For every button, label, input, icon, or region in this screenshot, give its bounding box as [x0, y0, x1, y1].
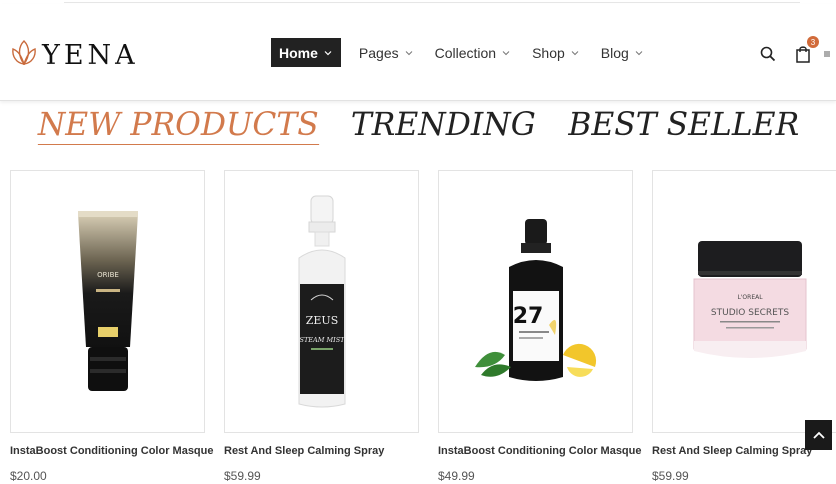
nav-item-shop[interactable]: Shop [532, 38, 579, 67]
brand-name: YENA [42, 39, 139, 71]
nav-item-blog[interactable]: Blog [601, 38, 643, 67]
tab-best-seller[interactable]: BEST SELLER [568, 104, 799, 145]
shopping-bag-icon [796, 46, 810, 63]
nav-item-label: Shop [532, 44, 565, 61]
product-price: $20.00 [10, 469, 47, 483]
product-card[interactable]: ZEUS STEAM MIST Rest And Sleep Calming S… [224, 170, 419, 483]
product-name[interactable]: Rest And Sleep Calming Spray [224, 445, 419, 457]
site-header: YENA Home Pages Collection Shop Blog 3 [0, 4, 836, 101]
header-actions: 3 [758, 36, 830, 64]
nav-item-label: Collection [434, 44, 497, 61]
nav-item-label: Home [279, 44, 318, 61]
search-button[interactable] [758, 44, 778, 64]
brand-logo[interactable]: YENA [10, 38, 139, 73]
product-image-tube[interactable]: ORIBE [10, 170, 205, 433]
product-price: $49.99 [438, 469, 475, 483]
cart-button[interactable]: 3 [793, 36, 819, 64]
product-price: $59.99 [652, 469, 689, 483]
product-tabs: NEW PRODUCTS TRENDING BEST SELLER [0, 104, 836, 145]
chevron-down-icon [635, 50, 643, 55]
search-icon [760, 46, 776, 62]
product-name[interactable]: InstaBoost Conditioning Color Masque [10, 445, 214, 457]
svg-text:L'OREAL: L'OREAL [737, 294, 763, 301]
back-to-top-button[interactable] [805, 420, 832, 450]
chevron-down-icon [571, 50, 579, 55]
product-name[interactable]: InstaBoost Conditioning Color Masque [438, 445, 642, 457]
lotus-logo-icon [10, 38, 38, 73]
svg-text:27: 27 [512, 304, 543, 329]
product-card[interactable]: 27 InstaBoost Conditioning Color Masque … [438, 170, 642, 483]
product-price: $59.99 [224, 469, 261, 483]
product-image-spray-white[interactable]: ZEUS STEAM MIST [224, 170, 419, 433]
nav-item-label: Blog [600, 44, 629, 61]
svg-text:STEAM MIST: STEAM MIST [299, 336, 345, 344]
product-image-cream-jar[interactable]: L'OREAL STUDIO SECRETS [652, 170, 836, 433]
nav-item-label: Pages [358, 44, 399, 61]
main-nav: Home Pages Collection Shop Blog [271, 38, 665, 67]
top-border-line [64, 0, 800, 3]
hamburger-menu-icon [824, 51, 830, 57]
svg-text:ZEUS: ZEUS [305, 314, 337, 327]
product-card[interactable]: ORIBE InstaBoost Conditioning Color Masq… [10, 170, 214, 483]
product-image-spray-black[interactable]: 27 [438, 170, 633, 433]
nav-item-home[interactable]: Home [271, 38, 341, 67]
tab-new-products[interactable]: NEW PRODUCTS [37, 104, 319, 145]
tab-trending[interactable]: TRENDING [351, 104, 536, 145]
cart-count-badge: 3 [807, 36, 819, 48]
menu-button[interactable] [824, 44, 830, 64]
chevron-down-icon [502, 50, 510, 55]
svg-text:STUDIO SECRETS: STUDIO SECRETS [710, 308, 788, 318]
nav-item-pages[interactable]: Pages [359, 38, 413, 67]
chevron-down-icon [324, 50, 332, 55]
product-grid: ORIBE InstaBoost Conditioning Color Masq… [10, 170, 836, 483]
chevron-up-icon [812, 431, 825, 439]
svg-text:ORIBE: ORIBE [97, 271, 119, 279]
nav-item-collection[interactable]: Collection [435, 38, 510, 67]
chevron-down-icon [405, 50, 412, 55]
